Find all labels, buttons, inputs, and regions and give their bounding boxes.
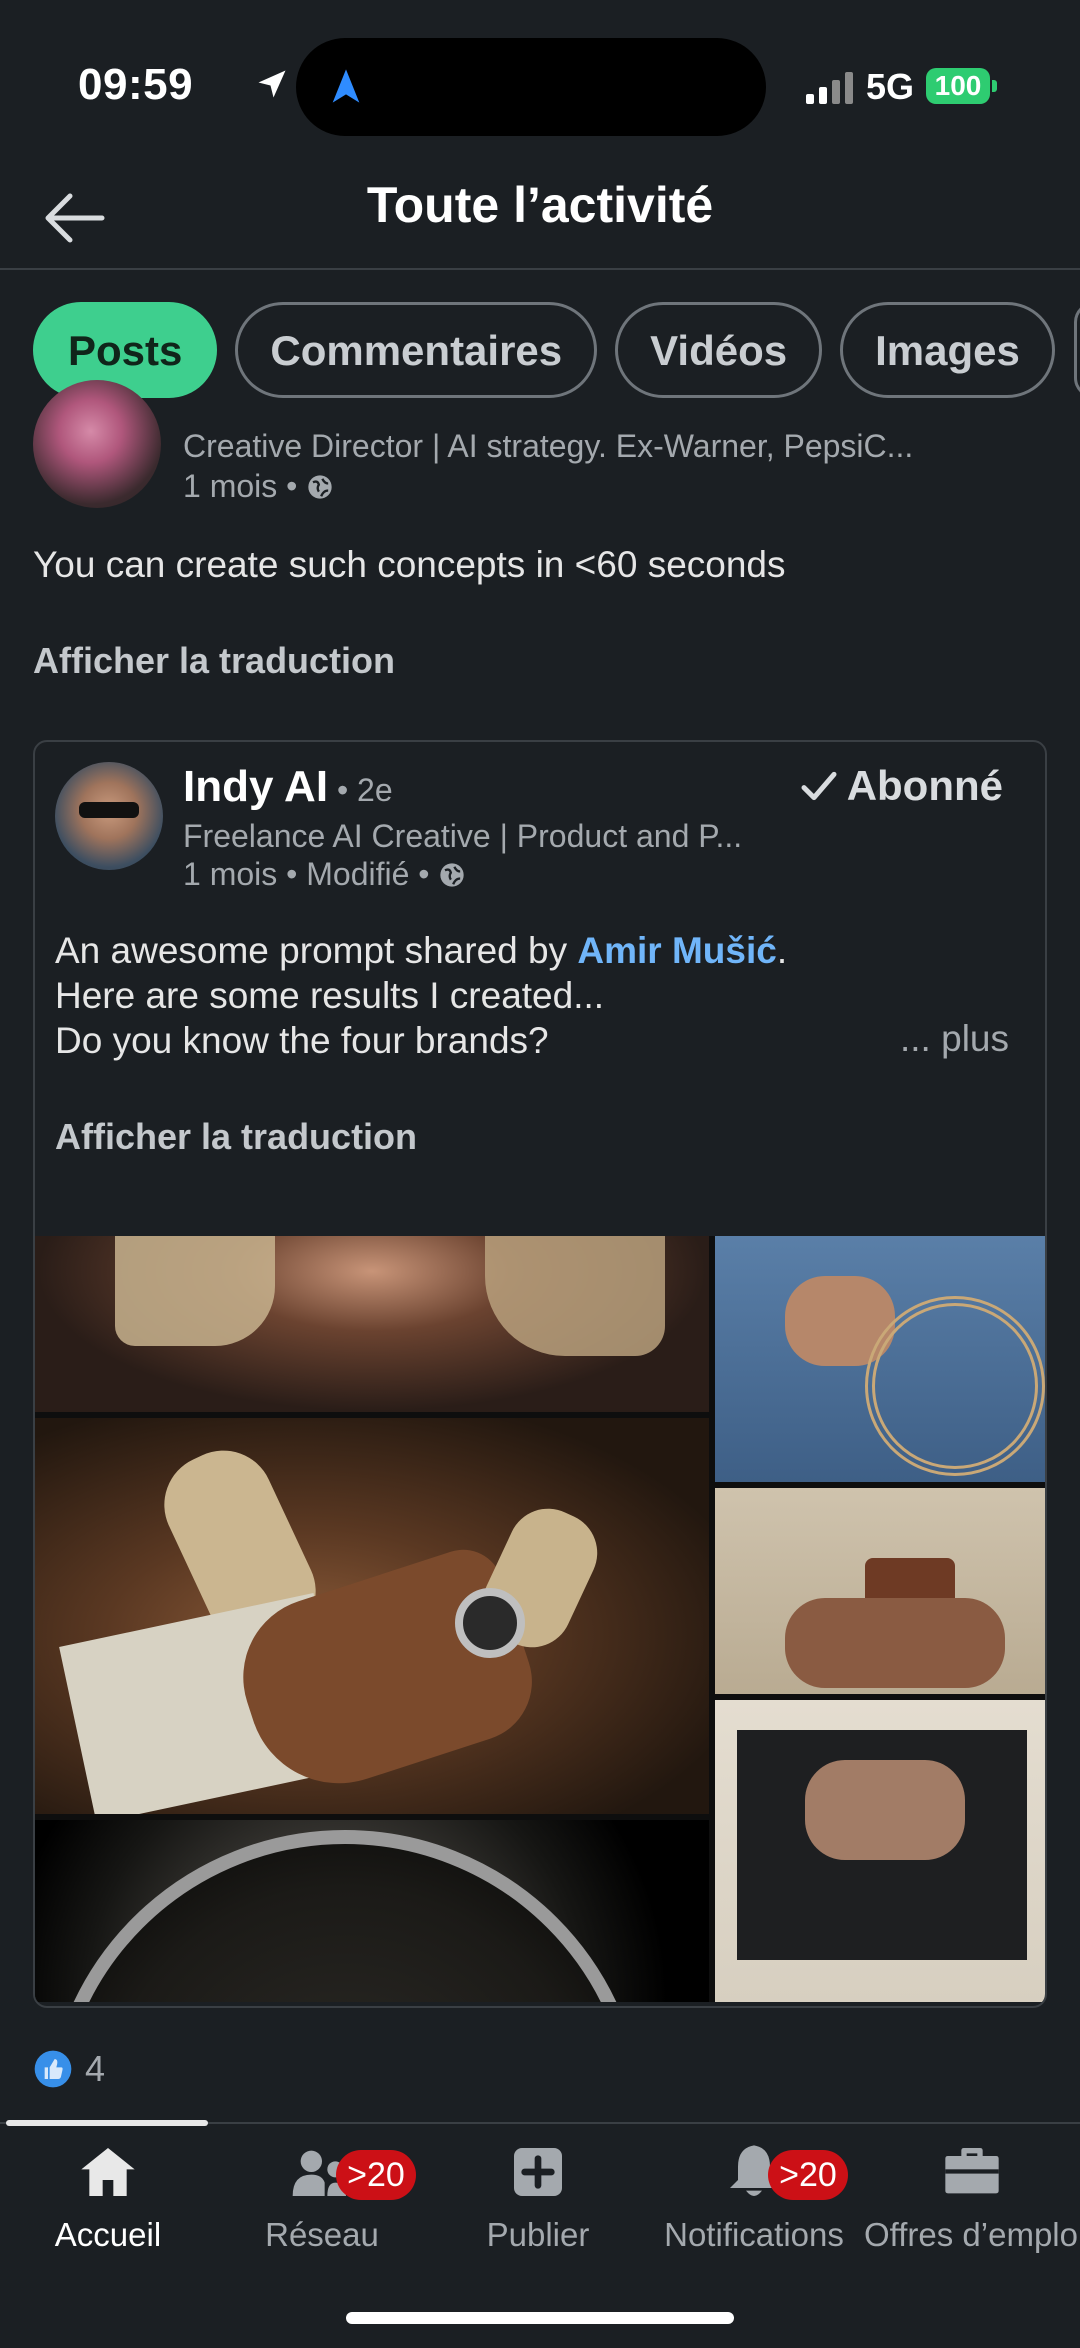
battery-tip: [992, 80, 997, 92]
network-type: 5G: [866, 66, 915, 107]
chip-images[interactable]: Images: [840, 302, 1055, 398]
post-line-2: Here are some results I created...: [55, 975, 605, 1016]
following-label: Abonné: [846, 762, 1003, 809]
post-line-1: An awesome prompt shared by Amir Mušić.: [55, 928, 1015, 973]
nav-post-label: Publier: [486, 2216, 590, 2253]
like-reaction-icon: [34, 2050, 72, 2088]
photo-flask-hands[interactable]: [715, 1488, 1045, 1694]
battery-icon: 100: [926, 68, 990, 104]
checkmark-icon: [801, 771, 837, 801]
post-text: You can create such concepts in <60 seco…: [33, 544, 786, 585]
chip-videos[interactable]: Vidéos: [615, 302, 823, 398]
plus-icon: [514, 2148, 562, 2196]
top-bar: Toute l’activité: [0, 170, 1080, 270]
navigation-app-icon: [332, 69, 360, 103]
nav-notifications[interactable]: Notifications >20: [646, 2140, 862, 2254]
chip-posts[interactable]: Posts: [33, 302, 218, 398]
author-name-text: Indy AI: [183, 762, 329, 811]
post-line-3: Do you know the four brands?: [55, 1020, 549, 1061]
post-line-1-prefix: An awesome prompt shared by: [55, 930, 578, 971]
nav-jobs[interactable]: Offres d’emploi: [864, 2140, 1080, 2254]
mention-link[interactable]: Amir Mušić: [577, 930, 776, 971]
filter-chips: Posts Commentaires Vidéos Images: [33, 302, 1073, 398]
clock: 09:59: [78, 60, 194, 109]
nav-home[interactable]: Accueil: [0, 2140, 216, 2254]
show-translation-link-shared[interactable]: Afficher la traduction: [55, 1116, 417, 1158]
nav-post[interactable]: Publier: [430, 2140, 646, 2254]
photo-watch-dial[interactable]: [35, 1820, 709, 2002]
following-button[interactable]: Abonné: [799, 762, 1003, 810]
show-translation-link[interactable]: Afficher la traduction: [33, 640, 395, 682]
photo-denim-rope[interactable]: [715, 1236, 1045, 1482]
chip-next-partial[interactable]: [1074, 302, 1080, 398]
chip-comments[interactable]: Commentaires: [235, 302, 598, 398]
author-headline: Freelance AI Creative | Product and P...: [183, 818, 743, 854]
nav-network-label: Réseau: [265, 2216, 379, 2253]
network-badge: >20: [336, 2150, 416, 2200]
author-name[interactable]: Indy AI • 2e: [183, 762, 393, 812]
location-arrow-icon: [258, 70, 286, 98]
author-time-text: 1 mois • Modifié •: [183, 856, 439, 892]
post-line-1-suffix: .: [776, 930, 788, 971]
reactions-summary[interactable]: 4: [33, 2048, 105, 2092]
author-timestamp: 1 mois • Modifié •: [183, 856, 466, 893]
briefcase-icon: [945, 2148, 999, 2194]
page-title: Toute l’activité: [366, 177, 714, 233]
author-avatar[interactable]: [55, 762, 163, 870]
signal-icon: [806, 72, 853, 104]
home-icon: [81, 2148, 135, 2196]
reposter-time-text: 1 mois •: [183, 468, 307, 504]
shared-post-card[interactable]: Indy AI • 2e Abonné Freelance AI Creativ…: [33, 740, 1047, 2008]
dynamic-island: [296, 38, 766, 136]
nav-home-label: Accueil: [54, 2216, 162, 2253]
see-more-link[interactable]: ... plus: [900, 1018, 1009, 1060]
image-collage[interactable]: [35, 1236, 1045, 2002]
reaction-count: 4: [85, 2048, 106, 2089]
nav-jobs-label: Offres d’emploi: [864, 2216, 1080, 2253]
globe-icon: [308, 475, 332, 499]
globe-icon: [440, 863, 465, 887]
connection-degree: • 2e: [328, 772, 393, 808]
active-tab-indicator: [6, 2120, 208, 2126]
status-bar: 09:59 5G 100: [0, 0, 1080, 170]
home-indicator: [346, 2312, 734, 2324]
notifications-badge: >20: [768, 2150, 848, 2200]
reposter-timestamp: 1 mois •: [183, 468, 334, 505]
photo-rings-leather[interactable]: [715, 1700, 1045, 2002]
reposter-headline: Creative Director | AI strategy. Ex-Warn…: [183, 428, 914, 464]
nav-notifications-label: Notifications: [664, 2216, 844, 2253]
reposter-avatar[interactable]: [33, 380, 161, 508]
photo-gloves-map-watch[interactable]: [35, 1418, 709, 1814]
nav-network[interactable]: Réseau >20: [214, 2140, 430, 2254]
photo-jacket-watch[interactable]: [35, 1236, 709, 1412]
shared-post-text: An awesome prompt shared by Amir Mušić. …: [55, 928, 1015, 1063]
